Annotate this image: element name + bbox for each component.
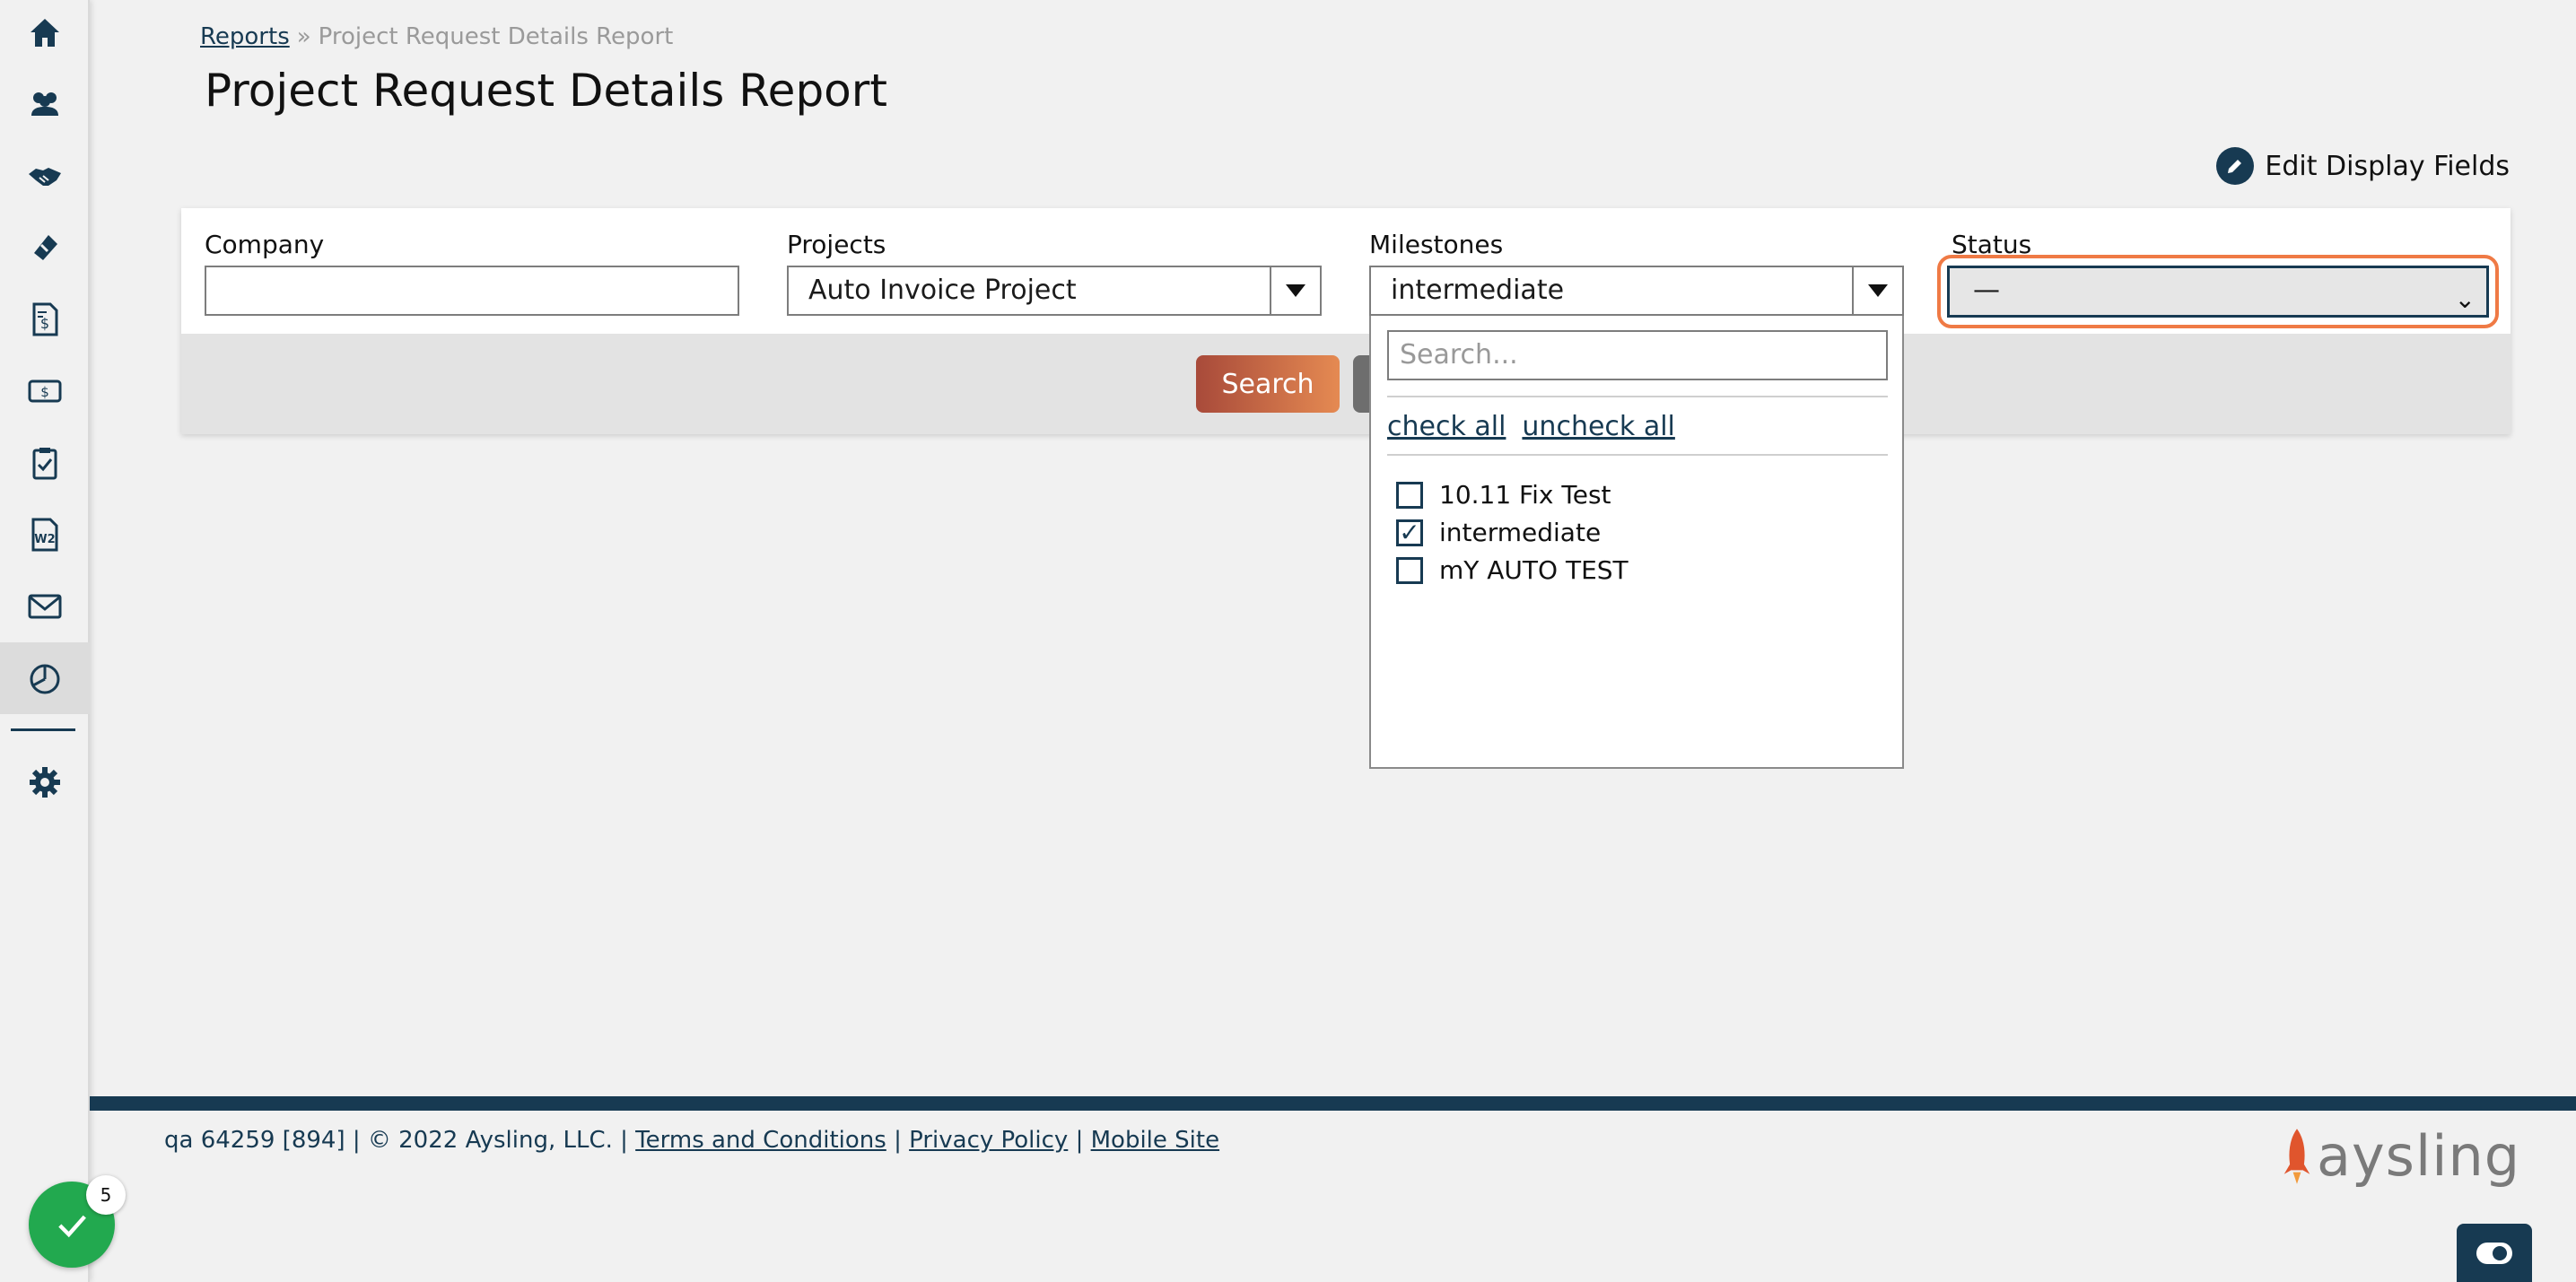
- checkbox-checked[interactable]: ✓: [1396, 519, 1423, 546]
- projects-dropdown-toggle[interactable]: [1270, 267, 1320, 314]
- footer-links: qa 64259 [894] | © 2022 Aysling, LLC. | …: [164, 1127, 1219, 1154]
- milestones-dropdown-toggle[interactable]: [1852, 267, 1902, 314]
- check-all-link[interactable]: check all: [1387, 411, 1506, 442]
- milestone-option-label: 10.11 Fix Test: [1439, 480, 1611, 510]
- milestone-option[interactable]: mY AUTO TEST: [1396, 555, 1629, 585]
- ticket-icon: [34, 235, 57, 260]
- milestone-option[interactable]: 10.11 Fix Test: [1396, 480, 1611, 510]
- invoice-icon: $: [32, 302, 58, 336]
- pencil-icon: [2216, 147, 2255, 185]
- breadcrumb-current: Project Request Details Report: [318, 23, 674, 50]
- handshake-icon: [29, 168, 61, 186]
- sidebar-item-messages[interactable]: [0, 571, 90, 642]
- reports-chart-icon: [30, 664, 60, 694]
- svg-text:W2: W2: [34, 533, 55, 546]
- sidebar-item-billing[interactable]: $: [0, 355, 90, 427]
- milestone-option-label: mY AUTO TEST: [1439, 555, 1629, 585]
- sidebar-item-reports[interactable]: [0, 642, 90, 714]
- clipboard-check-icon: [32, 448, 57, 480]
- milestones-selected-value: intermediate: [1391, 275, 1565, 306]
- sidebar-item-settings[interactable]: [0, 746, 90, 818]
- milestone-option[interactable]: ✓ intermediate: [1396, 518, 1601, 547]
- billing-icon: $: [28, 379, 62, 403]
- company-label: Company: [205, 230, 325, 259]
- footer-separator: |: [1075, 1127, 1084, 1154]
- mail-icon: [28, 594, 62, 619]
- aysling-logo: aysling: [2281, 1123, 2520, 1189]
- edit-display-fields-button[interactable]: Edit Display Fields: [2216, 147, 2510, 185]
- home-icon: [31, 19, 59, 47]
- status-select[interactable]: — ⌄: [1947, 266, 2489, 318]
- settings-gear-icon: [30, 767, 60, 798]
- checkmark-icon: ✓: [1399, 517, 1420, 547]
- sidebar-item-deals[interactable]: [0, 140, 90, 212]
- sidebar-item-invoices[interactable]: $: [0, 283, 90, 355]
- logo-wordmark: aysling: [2317, 1123, 2521, 1189]
- footer-divider-bar: [90, 1096, 2576, 1111]
- milestones-search-input[interactable]: Search...: [1387, 330, 1888, 380]
- uncheck-all-link[interactable]: uncheck all: [1522, 411, 1674, 442]
- caret-down-icon: [1286, 284, 1305, 297]
- projects-selected-value: Auto Invoice Project: [808, 275, 1077, 306]
- rocket-icon: [2283, 1128, 2310, 1184]
- mobile-site-link[interactable]: Mobile Site: [1091, 1127, 1219, 1154]
- sidebar-item-payroll[interactable]: W2: [0, 499, 90, 571]
- checkbox-unchecked[interactable]: [1396, 481, 1423, 509]
- sidebar-item-home[interactable]: [0, 0, 90, 68]
- sidebar-item-contacts[interactable]: [0, 68, 90, 140]
- milestone-option-label: intermediate: [1439, 518, 1602, 547]
- chevron-down-icon: ⌄: [2454, 284, 2476, 314]
- footer-separator: |: [894, 1127, 902, 1154]
- users-icon: [31, 92, 58, 116]
- edit-display-fields-label: Edit Display Fields: [2265, 150, 2510, 182]
- divider: [1387, 396, 1888, 397]
- notification-count-badge: 5: [86, 1175, 126, 1215]
- checkmark-icon: [58, 1215, 86, 1238]
- privacy-link[interactable]: Privacy Policy: [909, 1127, 1068, 1154]
- company-input[interactable]: [205, 266, 739, 316]
- sidebar-item-tasks[interactable]: [0, 427, 90, 499]
- footer-info: qa 64259 [894] | © 2022 Aysling, LLC. |: [164, 1127, 628, 1154]
- checkbox-unchecked[interactable]: [1396, 556, 1423, 584]
- sidebar-divider: [11, 728, 75, 731]
- toggle-icon: [2476, 1242, 2512, 1264]
- milestones-label: Milestones: [1369, 230, 1504, 259]
- status-focus-ring: — ⌄: [1937, 255, 2499, 328]
- sidebar-nav: $ $ W2: [0, 0, 90, 1282]
- status-selected-value: —: [1973, 275, 2000, 306]
- breadcrumb-reports-link[interactable]: Reports: [200, 23, 290, 50]
- check-links: check all uncheck all: [1387, 411, 1691, 442]
- filter-panel: Company Projects Auto Invoice Project Mi…: [181, 208, 2511, 434]
- toggle-widget-button[interactable]: [2457, 1224, 2532, 1282]
- milestones-select[interactable]: intermediate: [1369, 266, 1904, 316]
- divider: [1387, 454, 1888, 456]
- w2-form-icon: W2: [31, 518, 58, 552]
- breadcrumb-separator: »: [296, 23, 311, 50]
- sidebar-item-tickets[interactable]: [0, 212, 90, 283]
- caret-down-icon: [1868, 284, 1888, 297]
- projects-label: Projects: [787, 230, 886, 259]
- milestones-dropdown-panel: Search... check all uncheck all 10.11 Fix…: [1369, 316, 1904, 769]
- svg-text:$: $: [40, 384, 49, 400]
- search-button[interactable]: Search: [1196, 355, 1340, 413]
- projects-select[interactable]: Auto Invoice Project: [787, 266, 1322, 316]
- terms-link[interactable]: Terms and Conditions: [635, 1127, 886, 1154]
- filter-actions-bar: [181, 334, 2511, 434]
- breadcrumb: Reports» Project Request Details Report: [200, 23, 673, 50]
- page-title: Project Request Details Report: [205, 65, 887, 117]
